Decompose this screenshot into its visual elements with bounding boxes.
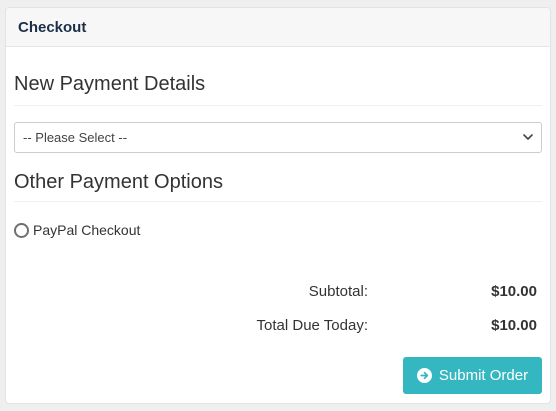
arrow-circle-right-icon [416, 368, 432, 383]
paypal-option[interactable]: PayPal Checkout [14, 222, 140, 238]
total-due-label: Total Due Today: [256, 317, 368, 334]
divider [14, 201, 542, 202]
paypal-option-label: PayPal Checkout [33, 222, 141, 238]
submit-order-button[interactable]: Submit Order [403, 357, 542, 394]
divider [14, 105, 542, 106]
other-payment-heading: Other Payment Options [14, 171, 223, 193]
paypal-radio[interactable] [14, 222, 29, 238]
payment-method-select-value: -- Please Select -- [23, 130, 128, 145]
new-payment-heading: New Payment Details [14, 73, 206, 95]
panel-title: Checkout [18, 18, 87, 36]
payment-method-select[interactable]: -- Please Select -- [14, 122, 542, 153]
total-due-value: $10.00 [491, 317, 537, 334]
checkout-panel: Checkout New Payment Details -- Please S… [5, 7, 551, 404]
panel-header: Checkout [6, 8, 550, 47]
subtotal-label: Subtotal: [308, 283, 368, 300]
submit-order-label: Submit Order [438, 367, 529, 384]
subtotal-value: $10.00 [491, 283, 537, 300]
chevron-down-icon [523, 134, 533, 140]
